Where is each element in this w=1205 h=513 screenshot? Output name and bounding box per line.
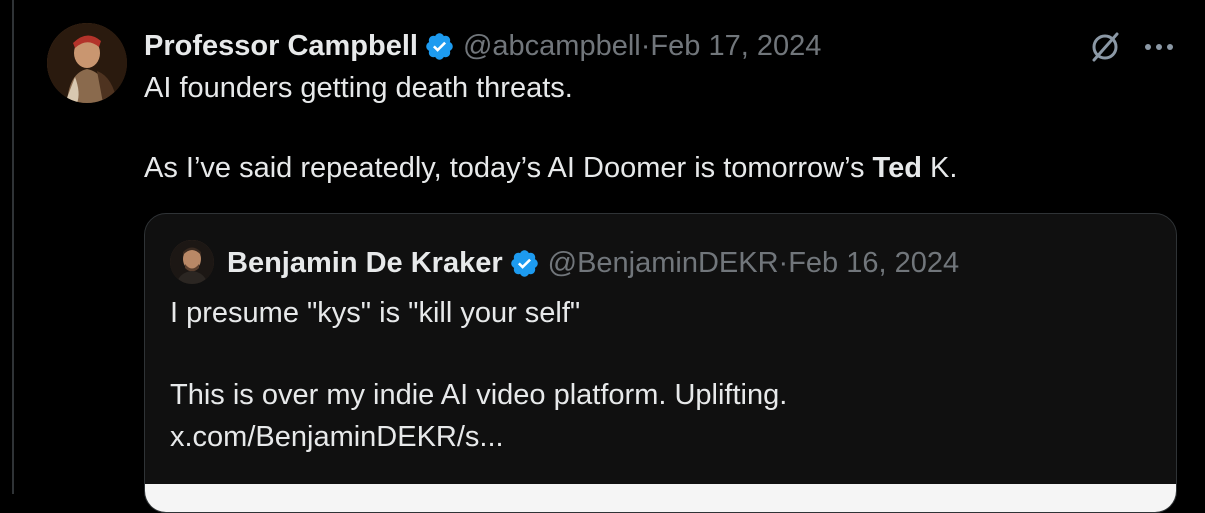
quoted-verified-badge-icon[interactable]: [509, 248, 540, 279]
more-icon[interactable]: [1137, 25, 1181, 69]
quoted-text-line-2: This is over my indie AI video platform.…: [170, 379, 788, 411]
author-name[interactable]: Professor Campbell: [144, 30, 418, 63]
tweet-text-line-1: AI founders getting death threats.: [144, 72, 573, 104]
tweet-text-line-2: As I’ve said repeatedly, today’s AI Doom…: [144, 148, 1144, 188]
tweet-text: AI founders getting death threats. As I’…: [144, 68, 1144, 188]
quoted-author-handle[interactable]: @BenjaminDEKR: [548, 247, 779, 280]
tweet-actions-top: [1083, 25, 1181, 69]
quoted-text-line-1: I presume "kys" is "kill your self": [170, 297, 581, 329]
quoted-tweet-text: I presume "kys" is "kill your self" This…: [170, 292, 1150, 458]
quoted-tweet-header: Benjamin De Kraker @BenjaminDEKR · Feb 1…: [227, 243, 959, 283]
author-handle[interactable]: @abcampbell: [463, 30, 641, 63]
tweet-header: Professor Campbell @abcampbell · Feb 17,…: [144, 26, 821, 66]
quoted-media-preview[interactable]: [145, 484, 1176, 512]
verified-badge-icon[interactable]: [424, 31, 455, 62]
tweet-text-line-2-prefix: As I’ve said repeatedly, today’s AI Doom…: [144, 152, 873, 184]
tweet-date[interactable]: Feb 17, 2024: [650, 30, 821, 63]
quoted-meta-separator: ·: [778, 246, 789, 279]
grok-icon[interactable]: [1083, 25, 1127, 69]
quoted-avatar-image: [170, 240, 214, 284]
quoted-tweet-link[interactable]: x.com/BenjaminDEKR/s...: [170, 416, 1150, 458]
meta-separator: ·: [640, 29, 651, 62]
timeline-border: [12, 0, 14, 494]
quoted-author-name[interactable]: Benjamin De Kraker: [227, 247, 503, 280]
quoted-tweet-date[interactable]: Feb 16, 2024: [788, 247, 959, 280]
tweet-text-bold: Ted: [872, 152, 922, 184]
author-avatar[interactable]: [47, 23, 127, 103]
quoted-tweet-card[interactable]: Benjamin De Kraker @BenjaminDEKR · Feb 1…: [144, 213, 1177, 513]
author-avatar-image: [47, 23, 127, 103]
tweet-text-line-2-suffix: K.: [921, 152, 958, 184]
quoted-author-avatar[interactable]: [170, 240, 214, 284]
